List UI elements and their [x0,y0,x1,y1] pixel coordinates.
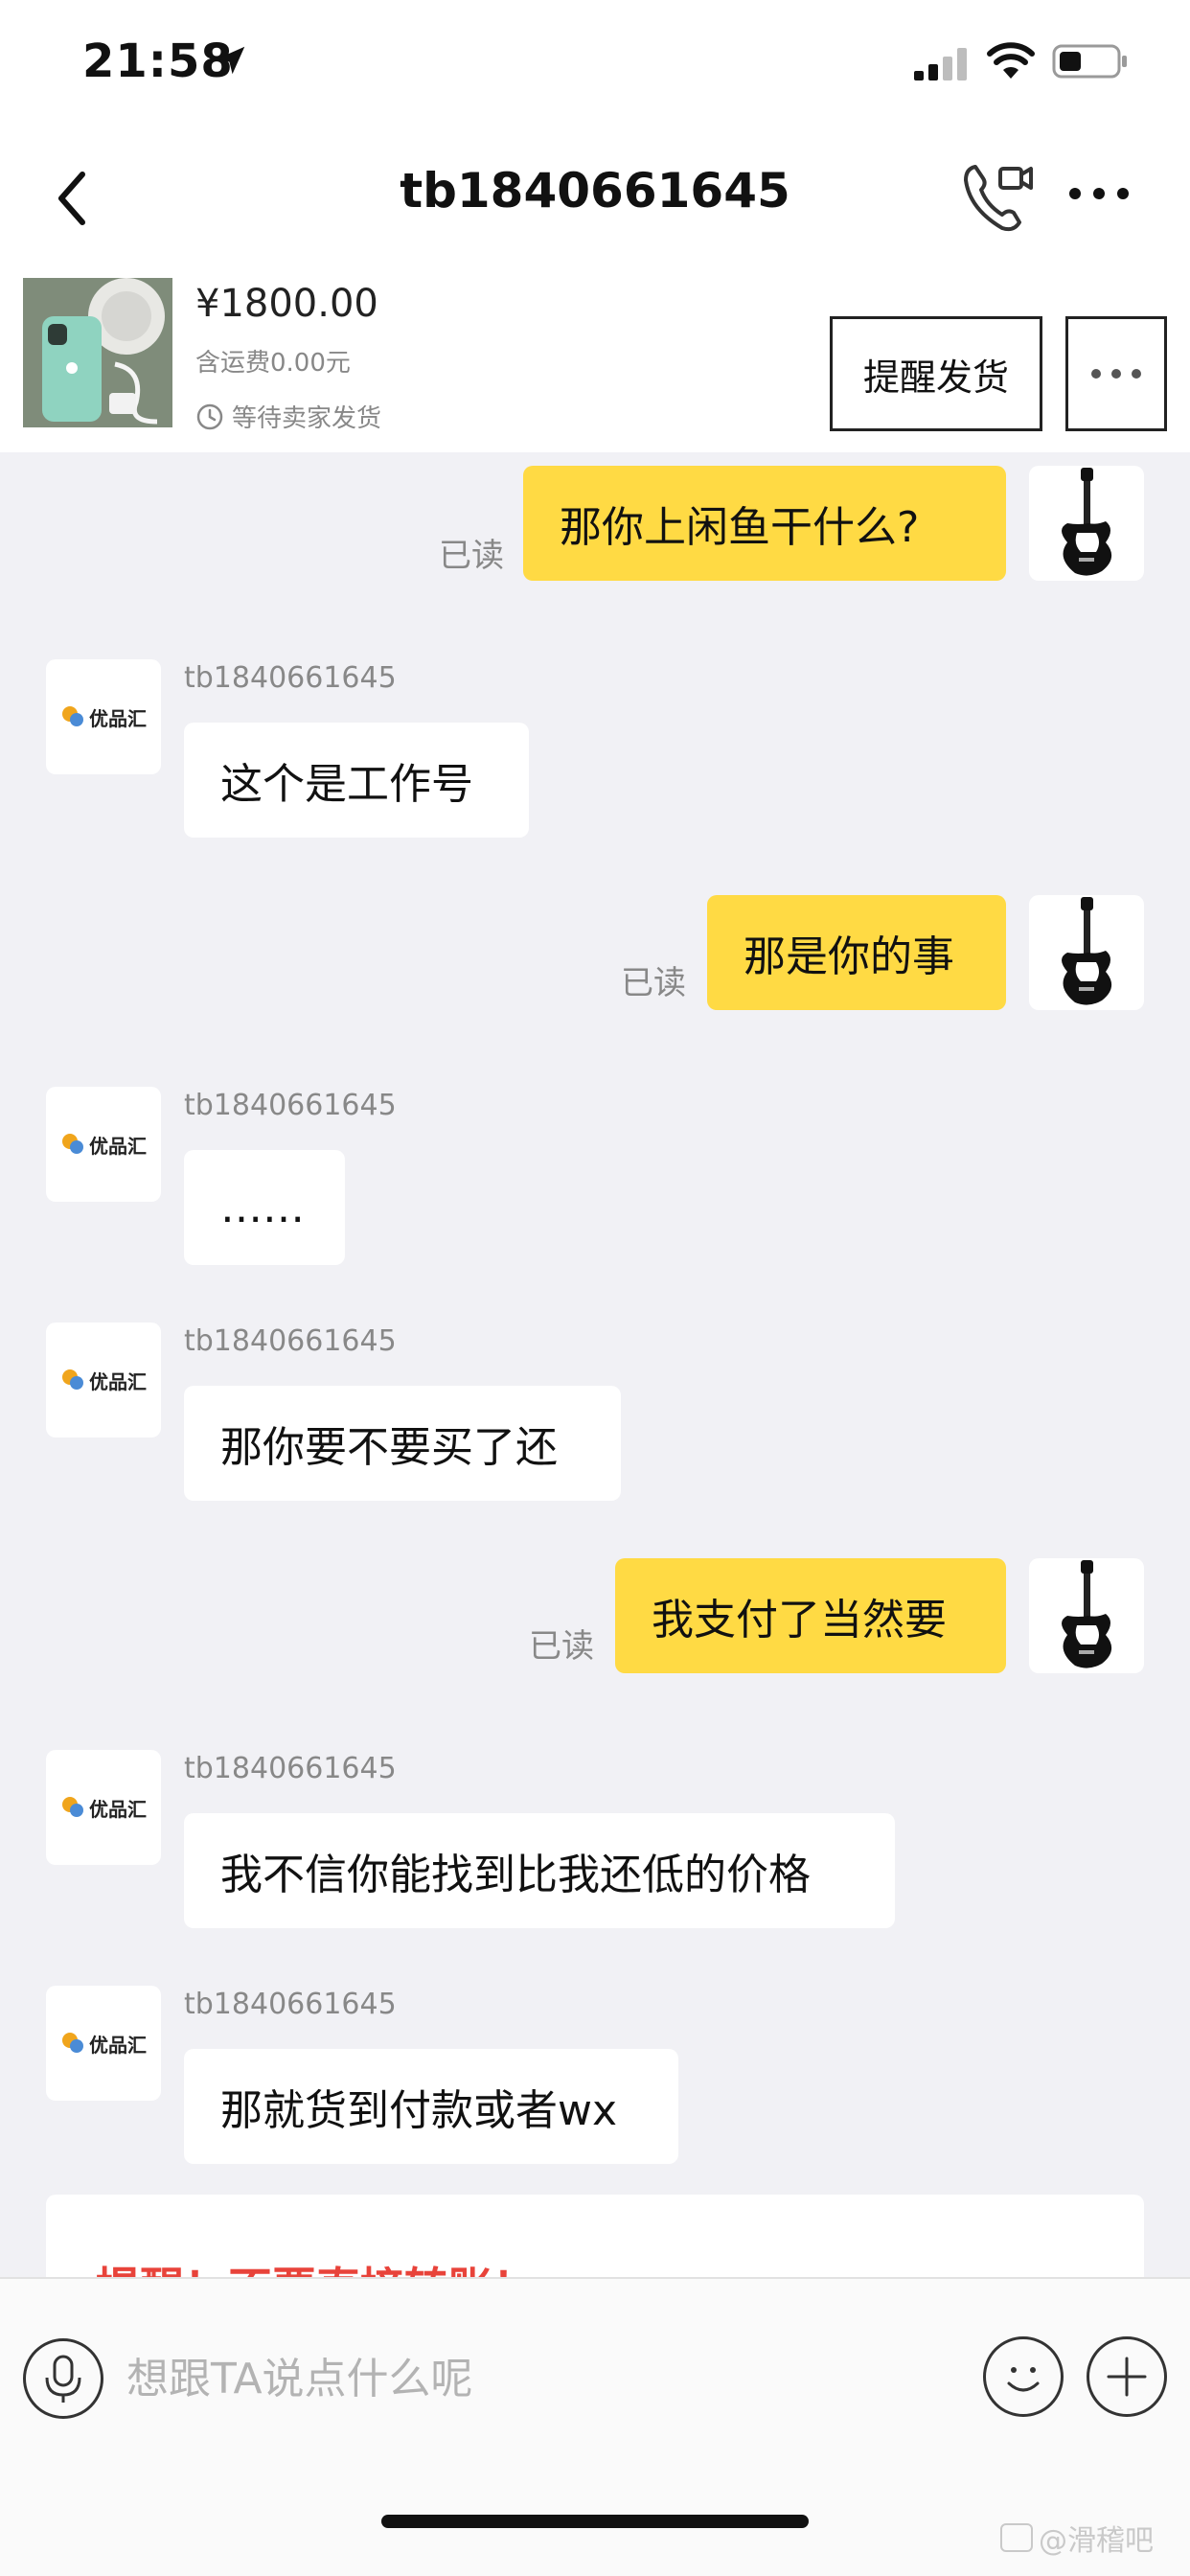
sender-name: tb1840661645 [184,1324,397,1358]
wifi-icon [987,42,1035,79]
home-area: @滑稽吧 [0,2478,1190,2576]
product-shipping: 含运费0.00元 [195,349,351,378]
avatar-seller[interactable]: 优品汇 [46,1322,161,1438]
chat-list[interactable]: 已读 那你上闲鱼干什么? 优品汇 tb1840661645 这个是工作号 已读 … [0,452,1190,2310]
phone-video-icon[interactable] [958,155,1039,236]
avatar-me[interactable] [1029,895,1144,1010]
sender-name: tb1840661645 [184,1089,397,1122]
more-icon [1091,369,1141,379]
clock-icon [196,403,223,429]
seller-logo-text: 优品汇 [89,1134,147,1158]
avatar-seller[interactable]: 优品汇 [46,659,161,774]
watermark-text: @滑稽吧 [1039,2524,1154,2558]
sender-name: tb1840661645 [184,1752,397,1785]
seller-logo-text: 优品汇 [89,706,147,730]
phone-product-icon [23,278,172,427]
emoji-button[interactable] [983,2336,1064,2417]
seller-logo-text: 优品汇 [89,2033,147,2057]
location-arrow-icon [217,46,245,75]
message-input[interactable] [126,2331,950,2426]
guitar-avatar-icon [1062,1560,1112,1668]
avatar-seller[interactable]: 优品汇 [46,1750,161,1865]
seller-logo-icon [62,1797,83,1817]
product-bar: ¥1800.00 含运费0.00元 等待卖家发货 提醒发货 [0,274,1190,452]
message-bubble-seller[interactable]: 那你要不要买了还 [184,1386,621,1501]
sender-name: tb1840661645 [184,1988,397,2021]
message-bubble-me[interactable]: 那是你的事 [707,895,1006,1010]
seller-logo-icon [62,1134,83,1154]
input-bar [0,2277,1190,2478]
product-thumbnail[interactable] [23,278,172,427]
seller-logo-text: 优品汇 [89,1797,147,1821]
message-bubble-seller[interactable]: 这个是工作号 [184,723,529,838]
message-bubble-me[interactable]: 我支付了当然要 [615,1558,1006,1673]
avatar-seller[interactable]: 优品汇 [46,1087,161,1202]
smiley-icon [1007,2367,1040,2392]
plus-icon [1107,2357,1147,2397]
plus-button[interactable] [1087,2336,1167,2417]
read-status: 已读 [529,1627,594,1666]
chat-header: tb1840661645 [0,126,1190,274]
microphone-icon [45,2355,81,2403]
order-status: 等待卖家发货 [195,399,381,434]
watermark-icon [1000,2523,1033,2552]
seller-logo-icon [62,2033,83,2053]
order-status-text: 等待卖家发货 [232,404,382,433]
seller-logo-text: 优品汇 [89,1369,147,1393]
message-bubble-seller[interactable]: …… [184,1150,345,1265]
signal-icon [914,48,967,80]
more-icon[interactable] [1065,172,1133,215]
home-indicator[interactable] [381,2515,809,2528]
status-time: 21:58 [82,34,234,88]
battery-icon [1052,44,1127,79]
message-bubble-me[interactable]: 那你上闲鱼干什么? [523,466,1006,581]
guitar-avatar-icon [1062,468,1112,576]
guitar-avatar-icon [1062,897,1112,1005]
status-bar: 21:58 [0,0,1190,126]
product-more-button[interactable] [1065,316,1167,431]
avatar-seller[interactable]: 优品汇 [46,1986,161,2101]
avatar-me[interactable] [1029,466,1144,581]
product-price: ¥1800.00 [195,282,378,326]
remind-ship-button[interactable]: 提醒发货 [830,316,1042,431]
watermark: @滑稽吧 [1000,2517,1154,2559]
avatar-me[interactable] [1029,1558,1144,1673]
chat-screen: 21:58 tb1840661645 ¥1800.00 含运费0.00元 等待卖… [0,0,1190,2576]
read-status: 已读 [621,964,686,1002]
message-bubble-seller[interactable]: 那就货到付款或者wx [184,2049,678,2164]
seller-logo-icon [62,706,83,726]
message-bubble-seller[interactable]: 我不信你能找到比我还低的价格 [184,1813,895,1928]
read-status: 已读 [439,537,504,575]
seller-logo-icon [62,1369,83,1390]
sender-name: tb1840661645 [184,661,397,695]
voice-button[interactable] [23,2338,103,2419]
